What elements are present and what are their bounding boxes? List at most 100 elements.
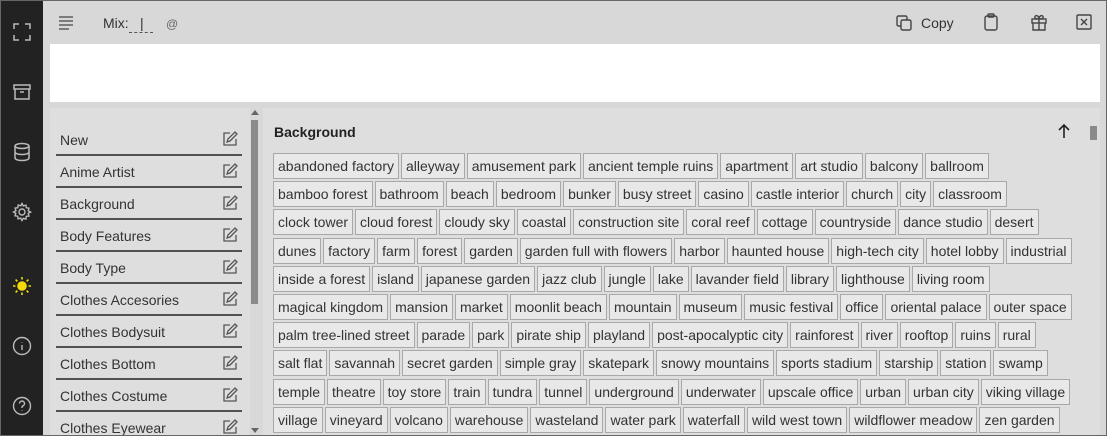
tag-button[interactable]: palm tree-lined street [273, 322, 415, 349]
tag-button[interactable]: urban city [908, 378, 979, 405]
tag-button[interactable]: dance studio [898, 209, 988, 236]
edit-icon[interactable] [221, 258, 239, 276]
tag-button[interactable]: salt flat [273, 350, 328, 377]
tag-button[interactable]: bedroom [495, 181, 562, 208]
info-button[interactable] [7, 331, 37, 361]
clipboard-button[interactable] [982, 13, 1000, 31]
category-item[interactable]: Body Type [56, 253, 242, 284]
tag-button[interactable]: mansion [390, 293, 453, 320]
archive-button[interactable] [7, 77, 37, 107]
tag-button[interactable]: oriental palace [885, 293, 987, 320]
tag-button[interactable]: island [372, 265, 419, 292]
tag-button[interactable]: japanese garden [420, 265, 536, 292]
tag-button[interactable]: waterfall [682, 406, 745, 433]
tag-button[interactable]: magical kingdom [273, 293, 389, 320]
edit-icon[interactable] [221, 418, 239, 435]
edit-icon[interactable] [221, 162, 239, 180]
tag-button[interactable]: rainforest [790, 322, 859, 349]
tag-button[interactable]: starship [879, 350, 939, 377]
tag-button[interactable]: swamp [993, 350, 1048, 377]
tag-button[interactable]: casino [698, 181, 749, 208]
tag-button[interactable]: lighthouse [836, 265, 910, 292]
tag-button[interactable]: underwater [680, 378, 761, 405]
collapse-button[interactable] [1056, 122, 1072, 140]
category-item[interactable]: New [56, 125, 242, 156]
tag-button[interactable]: church [846, 181, 899, 208]
edit-icon[interactable] [221, 354, 239, 372]
tag-button[interactable]: dunes [273, 237, 322, 264]
tag-button[interactable]: lake [652, 265, 689, 292]
tag-button[interactable]: vineyard [324, 406, 388, 433]
tag-button[interactable]: urban [860, 378, 907, 405]
tag-button[interactable]: zen garden [979, 406, 1060, 433]
tag-button[interactable]: garden [464, 237, 518, 264]
tag-button[interactable]: music festival [744, 293, 839, 320]
category-item[interactable]: Clothes Costume [56, 381, 242, 412]
copy-button[interactable]: Copy [895, 12, 954, 34]
tag-button[interactable]: ballroom [925, 153, 989, 179]
edit-icon[interactable] [221, 130, 239, 148]
tag-button[interactable]: abandoned factory [273, 153, 399, 179]
tag-button[interactable]: apartment [720, 153, 794, 179]
tag-button[interactable]: factory [323, 237, 376, 264]
tag-button[interactable]: ancient temple ruins [582, 153, 719, 179]
tag-button[interactable]: desert [989, 209, 1039, 236]
tag-button[interactable]: moonlit beach [509, 293, 607, 320]
tag-button[interactable]: busy street [617, 181, 697, 208]
tag-button[interactable]: hotel lobby [925, 237, 1004, 264]
tag-button[interactable]: high-tech city [831, 237, 924, 264]
tag-button[interactable]: train [448, 378, 486, 405]
tag-button[interactable]: bathroom [374, 181, 444, 208]
category-item[interactable]: Background [56, 189, 242, 220]
tag-button[interactable]: city [900, 181, 932, 208]
scroll-up-icon[interactable] [251, 110, 259, 115]
category-list-scrollbar[interactable] [250, 108, 260, 435]
edit-icon[interactable] [221, 290, 239, 308]
tag-button[interactable]: clock tower [273, 209, 354, 236]
fullscreen-button[interactable] [7, 17, 37, 47]
tag-button[interactable]: jungle [603, 265, 651, 292]
tag-button[interactable]: simple gray [499, 350, 582, 377]
tag-button[interactable]: tunnel [539, 378, 588, 405]
tag-button[interactable]: wildflower meadow [849, 406, 978, 433]
edit-icon[interactable] [221, 322, 239, 340]
tag-button[interactable]: savannah [329, 350, 401, 377]
tag-button[interactable]: park [472, 322, 510, 349]
tag-button[interactable]: tundra [487, 378, 538, 405]
tag-button[interactable]: skatepark [583, 350, 654, 377]
tag-button[interactable]: rooftop [899, 322, 954, 349]
tag-button[interactable]: haunted house [726, 237, 830, 264]
category-item[interactable]: Clothes Bodysuit [56, 317, 242, 348]
tag-button[interactable]: volcano [389, 406, 448, 433]
scrollbar-thumb[interactable] [1090, 126, 1097, 140]
mix-input[interactable] [129, 14, 153, 33]
prompt-textarea[interactable] [50, 44, 1100, 102]
tag-button[interactable]: secret garden [402, 350, 498, 377]
help-button[interactable] [7, 391, 37, 421]
edit-icon[interactable] [221, 194, 239, 212]
tag-button[interactable]: upscale office [762, 378, 859, 405]
tag-button[interactable]: wasteland [530, 406, 604, 433]
tag-button[interactable]: underground [589, 378, 679, 405]
scrollbar-thumb[interactable] [251, 120, 258, 304]
tag-button[interactable]: viking village [980, 378, 1071, 405]
tag-button[interactable]: lavander field [690, 265, 784, 292]
tag-button[interactable]: industrial [1005, 237, 1072, 264]
tag-button[interactable]: living room [911, 265, 990, 292]
tag-button[interactable]: jazz club [537, 265, 602, 292]
tag-button[interactable]: parade [416, 322, 471, 349]
category-item[interactable]: Body Features [56, 221, 242, 252]
gift-button[interactable] [1030, 13, 1048, 31]
category-item[interactable]: Clothes Accesories [56, 285, 242, 316]
close-button[interactable] [1075, 13, 1093, 31]
category-item[interactable]: Anime Artist [56, 157, 242, 188]
scroll-down-icon[interactable] [251, 428, 259, 433]
tag-button[interactable]: cloudy sky [439, 209, 515, 236]
tag-button[interactable]: station [940, 350, 992, 377]
tag-button[interactable]: village [273, 406, 323, 433]
theme-button[interactable] [7, 271, 37, 301]
tag-button[interactable]: harbor [674, 237, 725, 264]
tag-button[interactable]: classroom [933, 181, 1007, 208]
tag-button[interactable]: wild west town [746, 406, 848, 433]
tag-button[interactable]: market [454, 293, 508, 320]
